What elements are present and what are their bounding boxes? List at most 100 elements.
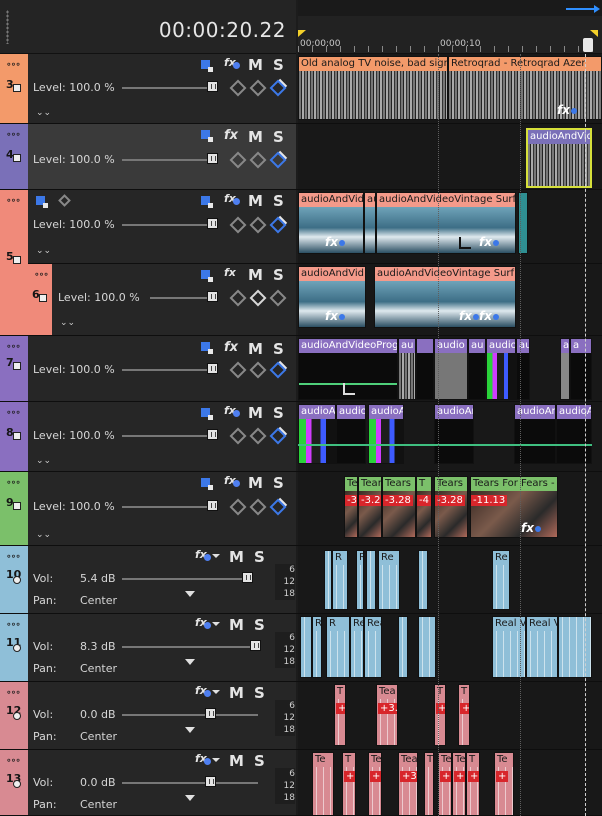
expand-chevron-icon[interactable]: ⌄⌄ bbox=[36, 246, 51, 256]
mute-button[interactable]: M bbox=[229, 548, 244, 566]
track-number-tab[interactable]: ∘∘∘ 9 bbox=[0, 472, 28, 545]
level-slider-thumb[interactable] bbox=[207, 500, 218, 511]
video-clip[interactable]: audio bbox=[336, 404, 366, 464]
track-menu-dots[interactable]: ∘∘∘ bbox=[6, 478, 21, 488]
bypass-motion-blur-icon[interactable] bbox=[229, 151, 247, 169]
track-number-tab[interactable]: ∘∘∘ 12 bbox=[0, 682, 28, 749]
track-header[interactable]: ∘∘∘ 7 fx M S Level: 100.0 % bbox=[0, 336, 296, 401]
fx-button[interactable]: fx bbox=[195, 616, 211, 629]
track-motion-icon[interactable] bbox=[201, 196, 213, 208]
video-clip[interactable]: a bbox=[560, 338, 570, 400]
track-header[interactable]: ∘∘∘ 4 fx M S Level: 100.0 % bbox=[0, 124, 296, 189]
level-slider-thumb[interactable] bbox=[207, 291, 218, 302]
track-header[interactable]: ∘∘∘ 6 fx M S Level: 100.0 % ⌄⌄ bbox=[28, 264, 296, 335]
audio-clip[interactable]: Re bbox=[350, 616, 364, 678]
mute-button[interactable]: M bbox=[229, 684, 244, 702]
playhead-handle[interactable] bbox=[583, 38, 593, 52]
solo-button[interactable]: S bbox=[254, 752, 265, 770]
expand-chevron-icon[interactable]: ⌄⌄ bbox=[36, 456, 51, 466]
video-clip[interactable]: audioAndVid bbox=[526, 128, 592, 188]
make-compositing-parent-icon[interactable] bbox=[269, 216, 287, 234]
video-clip[interactable]: Tears -3.28 bbox=[434, 476, 468, 538]
pan-value[interactable]: Center bbox=[80, 798, 117, 811]
composite-mode-icon[interactable] bbox=[201, 270, 213, 282]
volume-slider[interactable] bbox=[122, 578, 252, 580]
level-slider-thumb[interactable] bbox=[207, 429, 218, 440]
level-slider[interactable] bbox=[122, 87, 218, 89]
playhead-line[interactable] bbox=[585, 54, 586, 816]
solo-button[interactable]: S bbox=[254, 684, 265, 702]
level-slider-thumb[interactable] bbox=[207, 218, 218, 229]
track-number-tab[interactable]: ∘∘∘ 13 bbox=[0, 750, 28, 815]
track-number-tab[interactable]: ∘∘∘ 4 bbox=[0, 124, 28, 189]
level-slider[interactable] bbox=[122, 435, 218, 437]
composite-mode-icon[interactable] bbox=[201, 130, 213, 142]
make-compositing-parent-icon[interactable] bbox=[269, 361, 287, 379]
level-slider-thumb[interactable] bbox=[207, 153, 218, 164]
audio-clip[interactable] bbox=[418, 616, 436, 678]
vol-value[interactable]: 5.4 dB bbox=[80, 572, 116, 585]
expand-chevron-icon[interactable]: ⌄⌄ bbox=[60, 318, 75, 328]
out-marker-icon[interactable] bbox=[590, 30, 598, 37]
pan-slider-thumb[interactable] bbox=[185, 727, 195, 733]
video-clip[interactable]: audioA bbox=[556, 404, 592, 464]
video-clip[interactable]: au bbox=[398, 338, 416, 400]
mute-button[interactable]: M bbox=[248, 128, 263, 146]
bypass-motion-blur-icon[interactable] bbox=[229, 361, 247, 379]
video-clip[interactable]: au bbox=[364, 192, 376, 254]
track-number-tab[interactable]: ∘∘∘ 10 bbox=[0, 546, 28, 613]
bypass-motion-blur-icon[interactable] bbox=[229, 498, 247, 516]
audio-clip[interactable]: Re bbox=[378, 550, 400, 610]
make-compositing-parent-icon[interactable] bbox=[269, 498, 287, 516]
make-compositing-child-icon[interactable] bbox=[249, 151, 267, 169]
mute-button[interactable]: M bbox=[248, 474, 263, 492]
audio-clip[interactable]: Real Vi bbox=[526, 616, 558, 678]
track-lane[interactable]: audioAndVid fx audioAndVideoVintage Surf… bbox=[298, 264, 602, 335]
fx-button[interactable]: fx bbox=[224, 404, 240, 417]
track-lane[interactable]: R R Re Rea Real V Real Vi bbox=[298, 614, 602, 681]
audio-clip[interactable] bbox=[418, 550, 428, 610]
fx-dropdown-icon[interactable] bbox=[212, 554, 220, 558]
mute-button[interactable]: M bbox=[248, 192, 263, 210]
track-number-tab[interactable]: ∘∘∘ 11 bbox=[0, 614, 28, 681]
level-slider[interactable] bbox=[122, 159, 218, 161]
audio-clip[interactable]: T bbox=[424, 752, 434, 815]
make-compositing-parent-icon[interactable] bbox=[269, 289, 287, 307]
composite-mode-icon[interactable] bbox=[201, 478, 213, 490]
video-clip[interactable]: audio bbox=[486, 338, 516, 400]
audio-clip[interactable]: R bbox=[326, 616, 350, 678]
fx-dropdown-icon[interactable] bbox=[212, 622, 220, 626]
audio-clip[interactable]: Re bbox=[492, 550, 510, 610]
track-header[interactable]: ∘∘∘ 12 fx M S Vol: 0.0 dB Pan: Center 61… bbox=[0, 682, 296, 749]
video-clip[interactable]: audioA bbox=[298, 404, 336, 464]
solo-button[interactable]: S bbox=[273, 404, 284, 422]
bypass-motion-blur-icon[interactable] bbox=[229, 289, 247, 307]
track-lane[interactable]: R R Re Re bbox=[298, 546, 602, 613]
in-marker-icon[interactable] bbox=[298, 30, 306, 37]
audio-clip[interactable] bbox=[398, 616, 408, 678]
video-clip[interactable]: Te -3 bbox=[344, 476, 358, 538]
audio-clip[interactable]: T + bbox=[342, 752, 356, 815]
track-header[interactable]: ∘∘∘ 10 fx M S Vol: 5.4 dB Pan: Center 61… bbox=[0, 546, 296, 613]
volume-slider[interactable] bbox=[122, 714, 258, 716]
vol-value[interactable]: 0.0 dB bbox=[80, 708, 116, 721]
fx-button[interactable]: fx bbox=[195, 684, 211, 697]
track-header[interactable]: ∘∘∘ 11 fx M S Vol: 8.3 dB Pan: Center 61… bbox=[0, 614, 296, 681]
track-menu-dots[interactable]: ∘∘∘ bbox=[6, 620, 21, 630]
audio-clip[interactable]: T + bbox=[334, 684, 346, 746]
fx-button[interactable]: fx bbox=[195, 752, 211, 765]
composite-mode-icon[interactable] bbox=[201, 408, 213, 420]
audio-clip[interactable]: Te bbox=[312, 752, 334, 815]
make-compositing-child-icon[interactable] bbox=[249, 427, 267, 445]
level-slider-thumb[interactable] bbox=[207, 363, 218, 374]
video-clip[interactable]: a bbox=[570, 338, 592, 400]
timeline-ruler[interactable]: 00:00:00 00:00:10 bbox=[298, 0, 602, 54]
track-header[interactable]: ∘∘∘ 8 fx M S Level: 100.0 % ⌄⌄ bbox=[0, 402, 296, 471]
fx-button[interactable]: fx bbox=[224, 474, 240, 487]
track-menu-dots[interactable]: ∘∘∘ bbox=[34, 270, 49, 280]
track-menu-dots[interactable]: ∘∘∘ bbox=[6, 408, 21, 418]
fx-button[interactable]: fx bbox=[224, 56, 240, 69]
audio-clip[interactable]: Te + bbox=[368, 752, 382, 815]
track-number-tab[interactable]: ∘∘∘ 8 bbox=[0, 402, 28, 471]
video-clip[interactable]: audioAndVideoVintage Surf fx fx bbox=[374, 266, 516, 328]
